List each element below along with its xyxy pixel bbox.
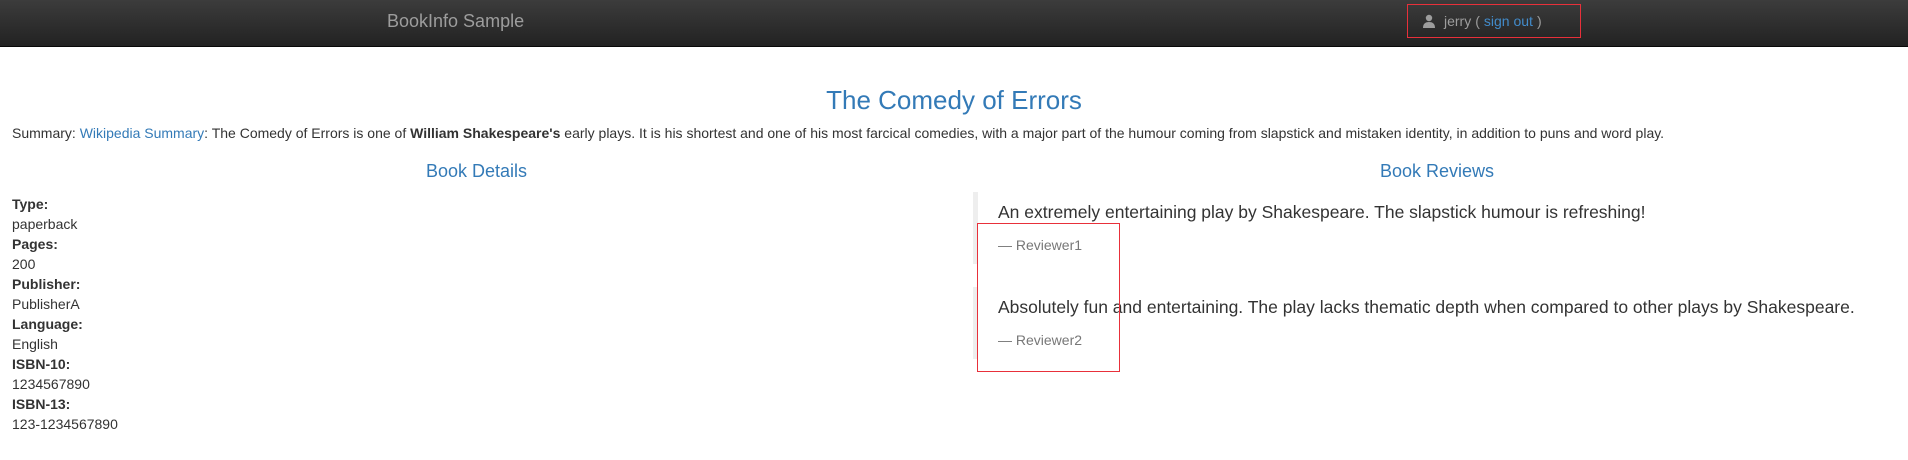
detail-value-language: English [12, 336, 58, 352]
book-title: The Comedy of Errors [826, 85, 1082, 115]
summary-text-before: : The Comedy of Errors is one of [204, 125, 407, 141]
user-icon [1422, 14, 1436, 28]
summary-text-after: early plays. It is his shortest and one … [564, 125, 1665, 141]
detail-label-isbn10: ISBN-10: [12, 356, 71, 372]
detail-label-type: Type: [12, 196, 49, 212]
book-details-heading: Book Details [426, 161, 528, 181]
book-summary: Summary: Wikipedia Summary: The Comedy o… [12, 124, 1664, 142]
detail-value-isbn10: 1234567890 [12, 376, 90, 392]
review-text: Absolutely fun and entertaining. The pla… [998, 297, 1855, 317]
open-paren: ( [1475, 13, 1480, 29]
detail-value-isbn13: 123-1234567890 [12, 416, 118, 432]
review-author: — Reviewer2 [998, 332, 1083, 348]
summary-author: William Shakespeare's [410, 125, 561, 141]
book-reviews-heading: Book Reviews [1380, 161, 1495, 181]
sign-out-link[interactable]: sign out [1484, 13, 1533, 29]
user-info: jerry ( sign out ) [1422, 13, 1542, 29]
detail-label-pages: Pages: [12, 236, 58, 252]
detail-label-language: Language: [12, 316, 83, 332]
username: jerry [1444, 13, 1472, 29]
review-author: — Reviewer1 [998, 237, 1083, 253]
close-paren: ) [1536, 13, 1542, 29]
wikipedia-summary-link[interactable]: Wikipedia Summary [80, 125, 204, 141]
review-item: Absolutely fun and entertaining. The pla… [973, 287, 1873, 359]
detail-label-publisher: Publisher: [12, 276, 81, 292]
detail-value-publisher: PublisherA [12, 296, 80, 312]
detail-value-type: paperback [12, 216, 78, 232]
detail-value-pages: 200 [12, 256, 36, 272]
review-text: An extremely entertaining play by Shakes… [998, 202, 1646, 222]
book-details-list: Type: paperback Pages: 200 Publisher: Pu… [12, 194, 118, 434]
navbar-brand[interactable]: BookInfo Sample [387, 11, 524, 31]
summary-label: Summary: [12, 125, 76, 141]
review-item: An extremely entertaining play by Shakes… [973, 192, 1873, 264]
detail-label-isbn13: ISBN-13: [12, 396, 71, 412]
navbar: BookInfo Sample jerry ( sign out ) [0, 0, 1908, 47]
user-menu: jerry ( sign out ) [1407, 4, 1581, 38]
